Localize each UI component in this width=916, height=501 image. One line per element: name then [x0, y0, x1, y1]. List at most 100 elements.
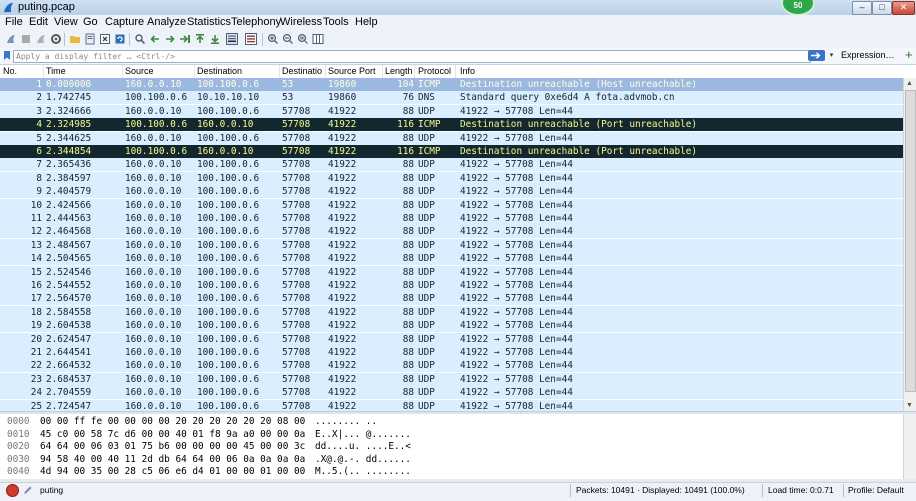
- go-back-icon[interactable]: [149, 33, 161, 45]
- packet-row[interactable]: 21 2.644541 160.0.0.10 100.100.0.6 57708 4192…: [0, 346, 903, 359]
- add-filter-button[interactable]: +: [905, 48, 913, 61]
- last-packet-icon[interactable]: [209, 33, 221, 45]
- expression-button[interactable]: Expression…: [841, 50, 895, 60]
- packet-row[interactable]: 18 2.584558 160.0.0.10 100.100.0.6 57708 4192…: [0, 305, 903, 319]
- packet-row[interactable]: 23 2.684537 160.0.0.10 100.100.0.6 57708 4192…: [0, 372, 903, 386]
- hex-ascii[interactable]: ........ ..: [315, 416, 377, 429]
- scroll-down-icon[interactable]: ▼: [905, 401, 914, 410]
- column-header-destination-port[interactable]: Destinatio: [282, 66, 322, 76]
- scroll-up-icon[interactable]: ▲: [905, 79, 914, 88]
- packet-row[interactable]: 5 2.344625 160.0.0.10 100.100.0.6 57708 41922…: [0, 131, 903, 145]
- status-profile[interactable]: Profile: Default: [848, 485, 904, 495]
- packet-row[interactable]: 11 2.444563 160.0.0.10 100.100.0.6 57708 4192…: [0, 212, 903, 225]
- capture-options-icon[interactable]: [50, 33, 62, 45]
- hex-bytes[interactable]: 64 64 00 06 03 01 75 b6 00 00 00 00 45 0…: [40, 441, 305, 454]
- packet-row[interactable]: 12 2.464568 160.0.0.10 100.100.0.6 57708 4192…: [0, 225, 903, 239]
- cell-destination: 100.100.0.6: [197, 320, 260, 332]
- maximize-button[interactable]: □: [872, 1, 892, 15]
- close-button[interactable]: ✕: [892, 1, 915, 15]
- column-header-no[interactable]: No.: [3, 66, 17, 76]
- close-file-icon[interactable]: [99, 33, 111, 45]
- packet-row[interactable]: 6 2.344854 100.100.0.6 160.0.0.10 57708 41922…: [0, 145, 903, 158]
- go-to-packet-icon[interactable]: [179, 33, 191, 45]
- hex-ascii[interactable]: M..5.(.. ........: [315, 466, 411, 479]
- edit-comment-icon[interactable]: [22, 485, 33, 496]
- hex-bytes[interactable]: 45 c0 00 58 7c d6 00 00 40 01 f8 9a a0 0…: [40, 429, 305, 442]
- cell-protocol: UDP: [418, 132, 435, 144]
- cell-time: 2.384597: [46, 172, 92, 184]
- menu-capture[interactable]: Capture: [105, 16, 144, 28]
- hex-bytes[interactable]: 4d 94 00 35 00 28 c5 06 e6 d4 01 00 00 0…: [40, 466, 305, 479]
- column-header-time[interactable]: Time: [46, 66, 66, 76]
- menu-go[interactable]: Go: [83, 16, 98, 28]
- column-header-source[interactable]: Source: [125, 66, 154, 76]
- packet-row[interactable]: 10 2.424566 160.0.0.10 100.100.0.6 57708 4192…: [0, 198, 903, 212]
- menu-edit[interactable]: Edit: [29, 16, 48, 28]
- cell-source-port: 41922: [328, 373, 357, 385]
- menu-analyze[interactable]: Analyze: [147, 16, 186, 28]
- zoom-out-icon[interactable]: [282, 33, 294, 45]
- packet-row[interactable]: 13 2.484567 160.0.0.10 100.100.0.6 57708 4192…: [0, 238, 903, 252]
- hex-ascii[interactable]: E..X|... @.......: [315, 429, 411, 442]
- filter-history-dropdown[interactable]: ▾: [827, 50, 836, 61]
- column-header-destination[interactable]: Destination: [197, 66, 242, 76]
- scrollbar-thumb[interactable]: [905, 90, 916, 392]
- menu-telephony[interactable]: Telephony: [231, 16, 281, 28]
- go-forward-icon[interactable]: [164, 33, 176, 45]
- packet-row[interactable]: 15 2.524546 160.0.0.10 100.100.0.6 57708 4192…: [0, 265, 903, 279]
- colorize-icon[interactable]: [245, 33, 257, 45]
- stop-capture-icon[interactable]: [20, 33, 32, 45]
- cell-length: 88: [402, 266, 414, 278]
- autoscroll-icon[interactable]: [226, 33, 238, 45]
- reload-file-icon[interactable]: [114, 33, 126, 45]
- menu-view[interactable]: View: [54, 16, 78, 28]
- packet-row[interactable]: 19 2.604538 160.0.0.10 100.100.0.6 57708 4192…: [0, 319, 903, 333]
- menu-wireless[interactable]: Wireless: [280, 16, 322, 28]
- display-filter-input[interactable]: Apply a display filter … <Ctrl-/>: [13, 50, 811, 63]
- column-header-protocol[interactable]: Protocol: [418, 66, 451, 76]
- packet-row[interactable]: 14 2.504565 160.0.0.10 100.100.0.6 57708 4192…: [0, 252, 903, 266]
- menu-statistics[interactable]: Statistics: [187, 16, 231, 28]
- hex-ascii[interactable]: .X@.@.-. dd......: [315, 454, 411, 467]
- packet-row[interactable]: 7 2.365436 160.0.0.10 100.100.0.6 57708 41922…: [0, 158, 903, 172]
- packet-row[interactable]: 3 2.324666 160.0.0.10 100.100.0.6 57708 41922…: [0, 104, 903, 118]
- minimize-button[interactable]: –: [852, 1, 872, 15]
- resize-columns-icon[interactable]: [312, 33, 324, 45]
- cell-source-port: 41922: [328, 159, 357, 171]
- find-packet-icon[interactable]: [134, 33, 146, 45]
- packet-row[interactable]: 9 2.404579 160.0.0.10 100.100.0.6 57708 41922…: [0, 185, 903, 199]
- menu-tools[interactable]: Tools: [323, 16, 349, 28]
- cell-info: Destination unreachable (Port unreachabl…: [460, 119, 698, 131]
- start-capture-icon[interactable]: [5, 33, 17, 45]
- hex-bytes[interactable]: 00 00 ff fe 00 00 00 00 20 20 20 20 20 2…: [40, 416, 305, 429]
- apply-filter-button[interactable]: [808, 50, 825, 61]
- packet-row[interactable]: 20 2.624547 160.0.0.10 100.100.0.6 57708 4192…: [0, 332, 903, 346]
- first-packet-icon[interactable]: [194, 33, 206, 45]
- hex-ascii[interactable]: dd....u. ....E..<: [315, 441, 411, 454]
- packet-row[interactable]: 8 2.384597 160.0.0.10 100.100.0.6 57708 41922…: [0, 171, 903, 185]
- column-header-info[interactable]: Info: [460, 66, 475, 76]
- restart-capture-icon[interactable]: [35, 33, 47, 45]
- packet-row[interactable]: 22 2.664532 160.0.0.10 100.100.0.6 57708 4192…: [0, 359, 903, 373]
- open-file-icon[interactable]: [69, 33, 81, 45]
- packet-row[interactable]: 24 2.704559 160.0.0.10 100.100.0.6 57708 4192…: [0, 386, 903, 400]
- capture-status-icon[interactable]: [6, 484, 19, 497]
- save-file-icon[interactable]: [84, 33, 96, 45]
- packet-row[interactable]: 17 2.564570 160.0.0.10 100.100.0.6 57708 4192…: [0, 292, 903, 306]
- normal-size-icon[interactable]: [297, 33, 309, 45]
- menu-file[interactable]: File: [5, 16, 23, 28]
- hex-bytes[interactable]: 94 58 40 00 40 11 2d db 64 64 00 06 0a 0…: [40, 454, 305, 467]
- packet-row[interactable]: 4 2.324985 100.100.0.6 160.0.0.10 57708 41922…: [0, 118, 903, 132]
- packet-row[interactable]: 2 1.742745 100.100.0.6 10.10.10.10 53 19860 76…: [0, 91, 903, 105]
- cell-time: 2.604538: [46, 320, 92, 332]
- bookmark-icon[interactable]: [3, 50, 11, 61]
- packet-row[interactable]: 16 2.544552 160.0.0.10 100.100.0.6 57708 4192…: [0, 279, 903, 292]
- packet-row[interactable]: 1 0.000000 160.0.0.10 100.100.0.6 53 19860 104…: [0, 78, 903, 91]
- cell-info: Destination unreachable (Host unreachabl…: [460, 79, 698, 90]
- zoom-in-icon[interactable]: [267, 33, 279, 45]
- column-header-source-port[interactable]: Source Port: [328, 66, 376, 76]
- bytes-pane-scrollbar[interactable]: [903, 414, 916, 479]
- column-header-length[interactable]: Length: [385, 66, 413, 76]
- menu-help[interactable]: Help: [355, 16, 378, 28]
- cell-destination-port: 57708: [282, 320, 311, 332]
